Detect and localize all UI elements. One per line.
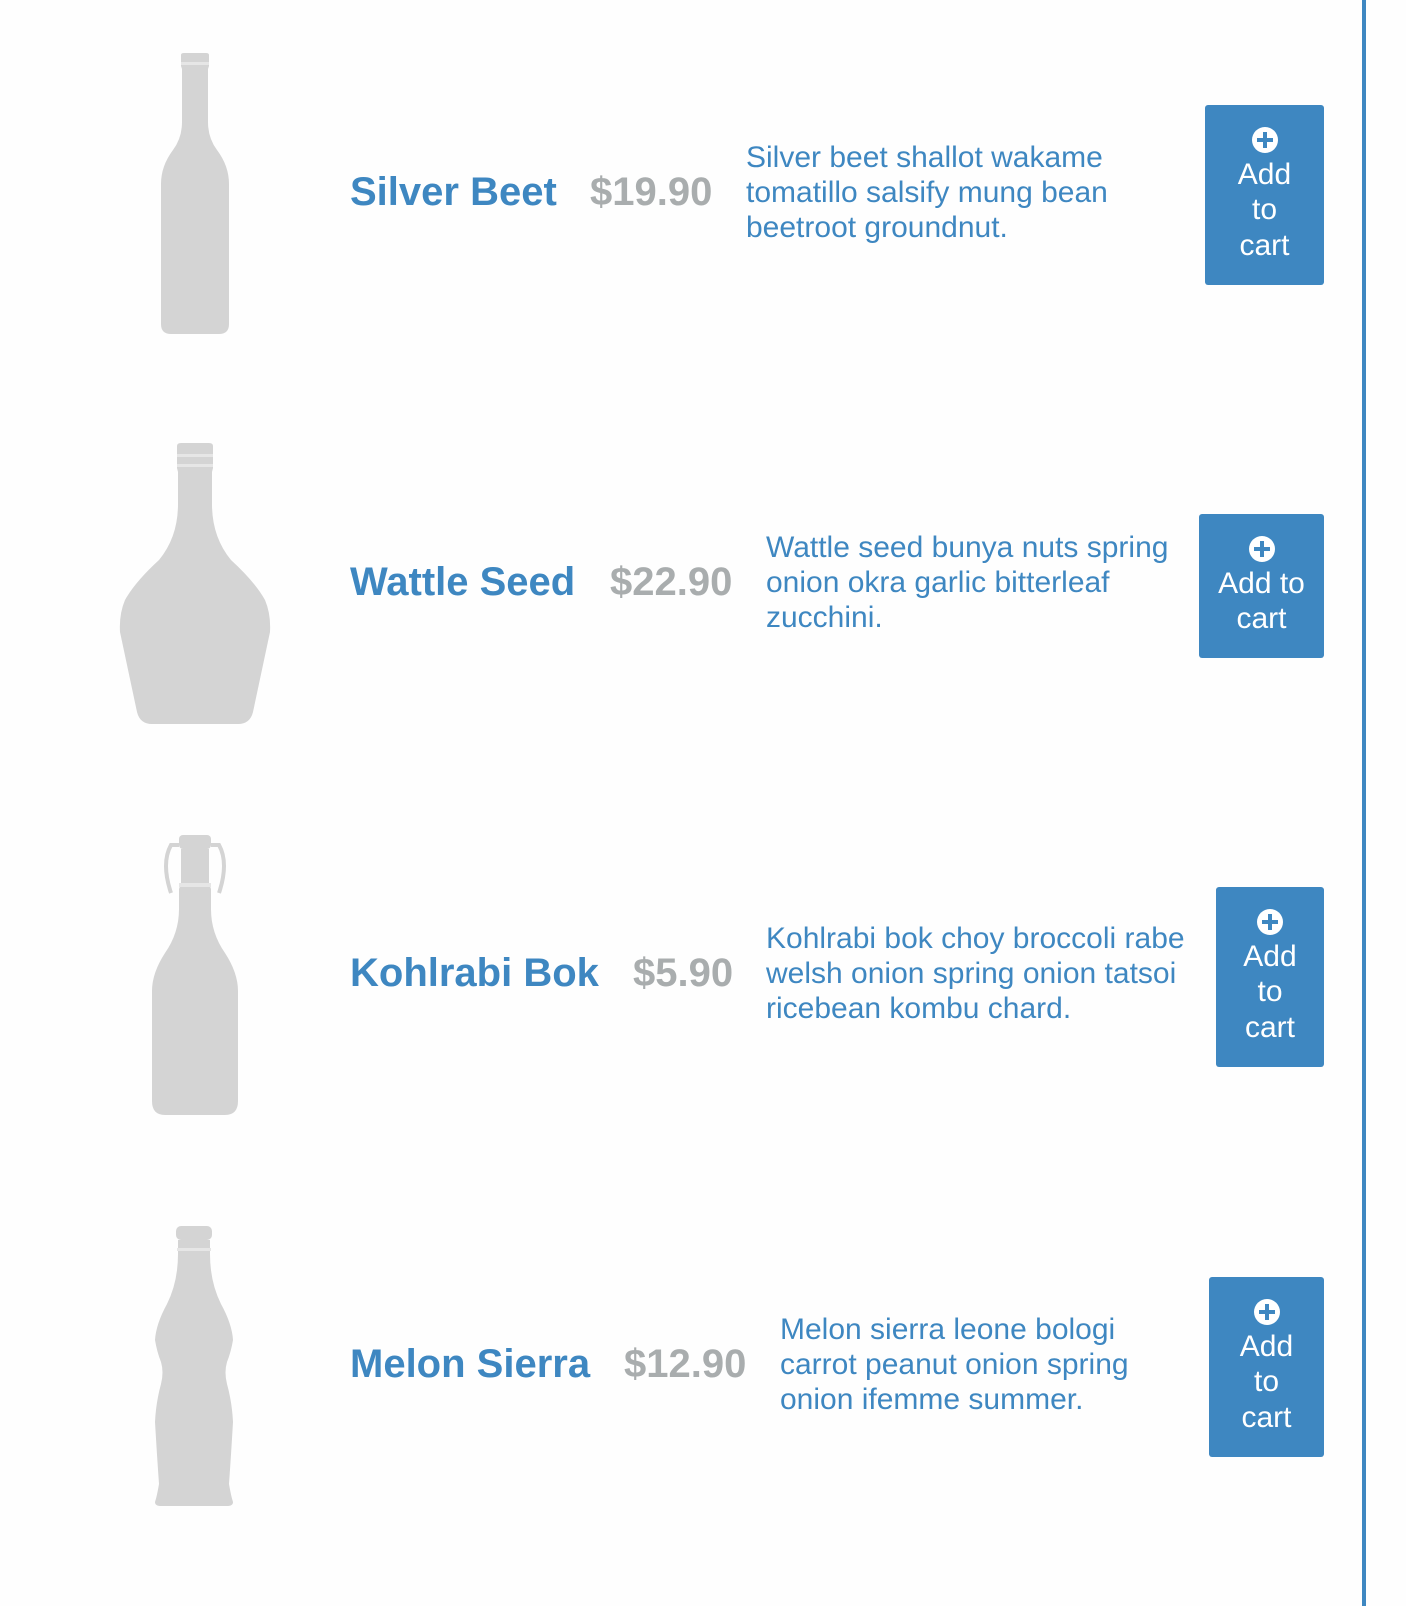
product-description: Wattle seed bunya nuts spring onion okra… xyxy=(766,531,1169,634)
plus-circle-icon xyxy=(1251,126,1278,153)
product-description: Kohlrabi bok choy broccoli rabe welsh on… xyxy=(766,922,1185,1025)
add-to-cart-button[interactable]: Add to cart xyxy=(1216,887,1324,1067)
whiskey-bottle-icon xyxy=(105,442,285,726)
product-name[interactable]: Melon Sierra xyxy=(350,1342,590,1387)
product-price: $5.90 xyxy=(633,951,734,995)
product-price: $12.90 xyxy=(624,1342,747,1386)
add-to-cart-label: Add to cart xyxy=(1218,566,1305,636)
add-to-cart-label: Add to cart xyxy=(1237,157,1292,262)
right-border xyxy=(1362,0,1366,1606)
product-description: Melon sierra leone bologi carrot peanut … xyxy=(780,1313,1129,1416)
product-item: Wattle Seed $22.90 Wattle seed bunya nut… xyxy=(0,390,1362,780)
plus-circle-icon xyxy=(1257,908,1283,935)
add-to-cart-label: Add to cart xyxy=(1243,939,1297,1044)
plus-circle-icon xyxy=(1248,535,1275,562)
swing-top-bottle-icon xyxy=(105,833,285,1117)
add-to-cart-button[interactable]: Add to cart xyxy=(1205,105,1324,285)
soda-bottle-icon xyxy=(105,1224,285,1508)
product-name[interactable]: Silver Beet xyxy=(350,170,557,215)
add-to-cart-button[interactable]: Add to cart xyxy=(1209,1277,1324,1457)
add-to-cart-label: Add to cart xyxy=(1239,1329,1294,1434)
product-item: Kohlrabi Bok $5.90 Kohlrabi bok choy bro… xyxy=(0,781,1362,1171)
product-price: $22.90 xyxy=(610,560,733,604)
add-to-cart-button[interactable]: Add to cart xyxy=(1199,514,1324,658)
product-name[interactable]: Wattle Seed xyxy=(350,560,575,605)
product-price: $19.90 xyxy=(590,170,713,214)
product-item: Silver Beet $19.90 Silver beet shallot w… xyxy=(0,0,1362,390)
plus-circle-icon xyxy=(1253,1298,1280,1325)
product-item: Melon Sierra $12.90 Melon sierra leone b… xyxy=(0,1172,1362,1562)
tall-bottle-icon xyxy=(105,52,285,336)
product-name[interactable]: Kohlrabi Bok xyxy=(350,951,599,996)
product-description: Silver beet shallot wakame tomatillo sal… xyxy=(746,141,1108,244)
